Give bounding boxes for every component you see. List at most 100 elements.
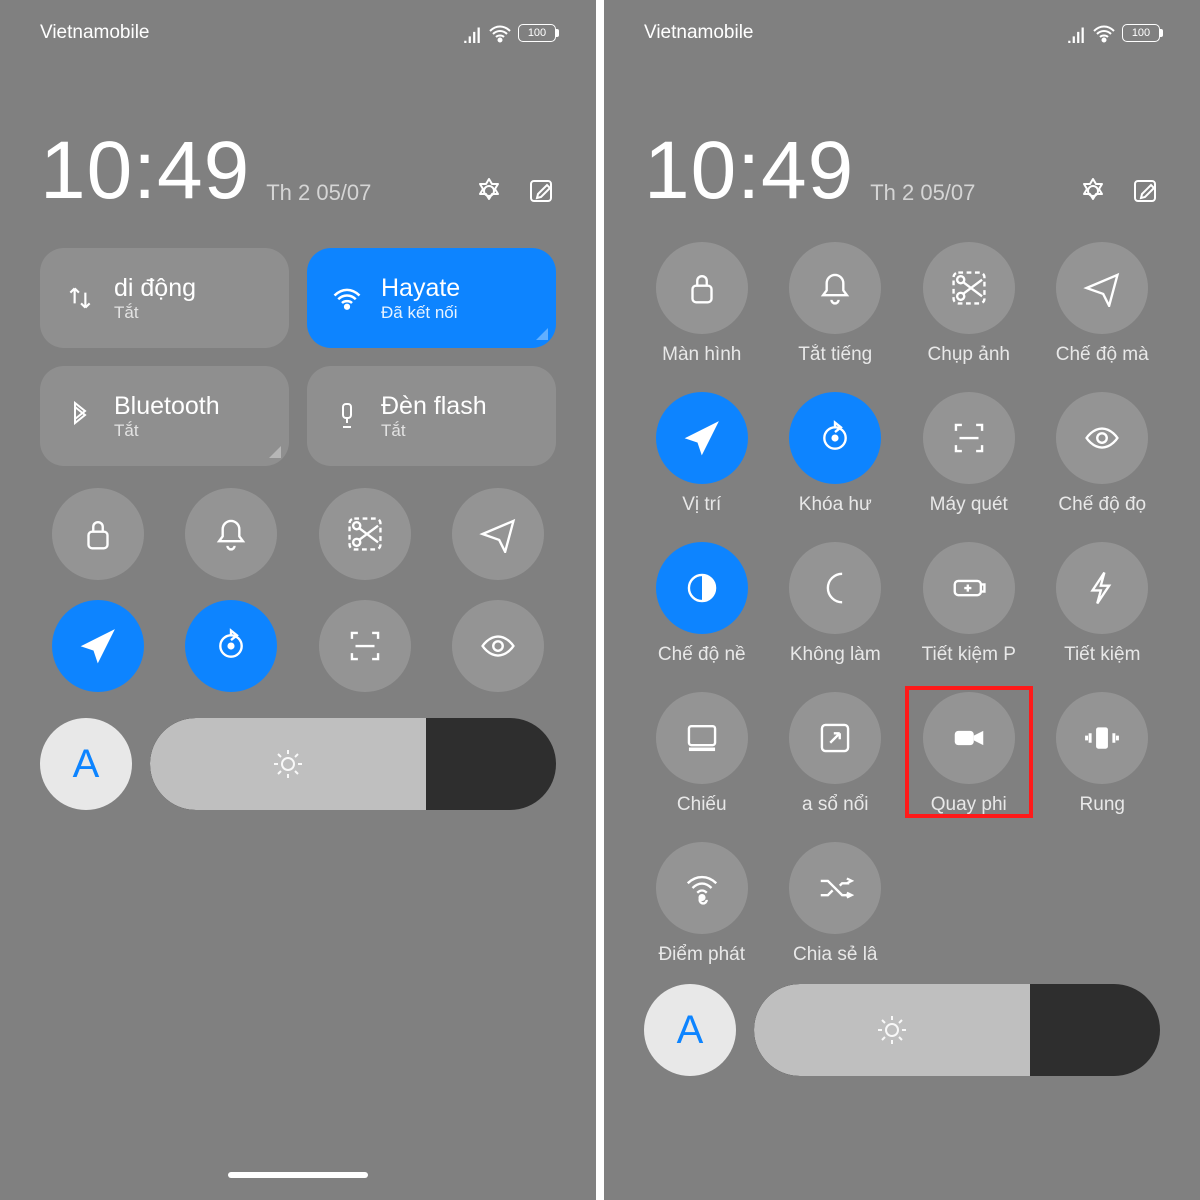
brightness-slider[interactable]	[150, 718, 556, 810]
toggle-scan[interactable]	[923, 392, 1015, 484]
auto-brightness-button[interactable]: A	[644, 984, 736, 1076]
bell-icon	[212, 515, 250, 553]
toggle-label: Chia sẻ lâ	[793, 944, 878, 966]
toggle-cell: Chế độ nề	[644, 542, 760, 666]
clock-date: Th 2 05/07	[266, 180, 458, 218]
toggle-cell: a sổ nổi	[778, 692, 894, 816]
toggle-label: Chụp ảnh	[928, 344, 1010, 366]
lock-icon	[683, 269, 721, 307]
brightness-row: A	[0, 692, 596, 810]
contrast-icon	[683, 569, 721, 607]
plane-icon	[479, 515, 517, 553]
toggle-eye[interactable]	[452, 600, 544, 692]
toggle-label: Điểm phát	[658, 944, 745, 966]
toggle-label: Máy quét	[930, 494, 1008, 516]
battery-icon: 100	[1122, 24, 1160, 42]
edit-icon[interactable]	[526, 176, 556, 206]
toggle-rotate[interactable]	[789, 392, 881, 484]
status-bar: Vietnamobile 100	[604, 0, 1200, 44]
lock-icon	[79, 515, 117, 553]
toggle-battery-plus[interactable]	[923, 542, 1015, 634]
bolt-icon	[1083, 569, 1121, 607]
tile-wifi[interactable]: HayateĐã kết nối	[307, 248, 556, 348]
toggle-contrast[interactable]	[656, 542, 748, 634]
settings-icon[interactable]	[1078, 176, 1108, 206]
toggle-rotate[interactable]	[185, 600, 277, 692]
settings-icon[interactable]	[474, 176, 504, 206]
tile-mobile-data[interactable]: di độngTắt	[40, 248, 289, 348]
status-bar: Vietnamobile 100	[0, 0, 596, 44]
tile-bluetooth[interactable]: BluetoothTắt	[40, 366, 289, 466]
toggle-lock[interactable]	[656, 242, 748, 334]
toggle-cell: Chụp ảnh	[911, 242, 1027, 366]
toggle-hotspot[interactable]	[656, 842, 748, 934]
wifi-icon	[1092, 23, 1116, 43]
tile-flashlight[interactable]: Đèn flashTắt	[307, 366, 556, 466]
toggle-plane[interactable]	[1056, 242, 1148, 334]
toggle-location[interactable]	[52, 600, 144, 692]
toggle-bolt[interactable]	[1056, 542, 1148, 634]
scan-icon	[950, 419, 988, 457]
carrier-label: Vietnamobile	[40, 22, 150, 44]
toggle-grid: Màn hình Tắt tiếng Chụp ảnh Chế độ mà Vị…	[604, 218, 1200, 966]
toggle-label: Tiết kiệm	[1064, 644, 1140, 666]
toggle-bell[interactable]	[185, 488, 277, 580]
rotate-icon	[212, 627, 250, 665]
toggle-scissors[interactable]	[923, 242, 1015, 334]
edit-icon[interactable]	[1130, 176, 1160, 206]
scissors-icon	[346, 515, 384, 553]
signal-icon	[1066, 23, 1086, 43]
battery-plus-icon	[950, 569, 988, 607]
scan-icon	[346, 627, 384, 665]
carrier-label: Vietnamobile	[644, 22, 754, 44]
toggle-shuffle[interactable]	[789, 842, 881, 934]
toggle-cell: Tiết kiệm P	[911, 542, 1027, 666]
toggle-video[interactable]	[923, 692, 1015, 784]
toggle-label: Không làm	[790, 644, 881, 666]
clock-date: Th 2 05/07	[870, 180, 1062, 218]
toggle-vibrate[interactable]	[1056, 692, 1148, 784]
toggle-lock[interactable]	[52, 488, 144, 580]
toggle-label: Chế độ mà	[1056, 344, 1149, 366]
toggle-label: Rung	[1080, 794, 1125, 816]
toggle-scissors[interactable]	[319, 488, 411, 580]
brightness-row: A	[604, 966, 1200, 1076]
toggle-label: Chế độ nề	[658, 644, 746, 666]
toggle-cell: Chế độ đọ	[1045, 392, 1161, 516]
hotspot-icon	[683, 869, 721, 907]
toggle-cell: Chế độ mà	[1045, 242, 1161, 366]
toggle-location[interactable]	[656, 392, 748, 484]
toggle-label: Màn hình	[662, 344, 741, 366]
home-indicator[interactable]	[228, 1172, 368, 1178]
toggle-label: Vị trí	[682, 494, 721, 516]
scissors-icon	[950, 269, 988, 307]
toggle-label: Chiếu	[677, 794, 727, 816]
brightness-slider[interactable]	[754, 984, 1160, 1076]
shuffle-icon	[816, 869, 854, 907]
toggle-eye[interactable]	[1056, 392, 1148, 484]
toggle-cell: Quay phi	[911, 692, 1027, 816]
toggle-expand[interactable]	[789, 692, 881, 784]
toggle-cell: Máy quét	[911, 392, 1027, 516]
header: 10:49 Th 2 05/07	[0, 44, 596, 218]
eye-icon	[479, 627, 517, 665]
toggle-label: Khóa hư	[799, 494, 872, 516]
toggle-cell: Chiếu	[644, 692, 760, 816]
auto-brightness-button[interactable]: A	[40, 718, 132, 810]
bluetooth-icon	[64, 400, 96, 432]
toggle-cell: Tắt tiếng	[778, 242, 894, 366]
toggle-cell: Khóa hư	[778, 392, 894, 516]
toggle-plane[interactable]	[452, 488, 544, 580]
phone-right: Vietnamobile 100 10:49 Th 2 05/07 Màn hì…	[604, 0, 1200, 1200]
toggle-cell: Tiết kiệm	[1045, 542, 1161, 666]
toggle-cast[interactable]	[656, 692, 748, 784]
moon-icon	[816, 569, 854, 607]
toggle-scan[interactable]	[319, 600, 411, 692]
toggle-cell: Điểm phát	[644, 842, 760, 966]
toggle-moon[interactable]	[789, 542, 881, 634]
wifi-icon	[488, 23, 512, 43]
quick-tiles: di độngTắt HayateĐã kết nối BluetoothTắt…	[0, 218, 596, 466]
toggle-bell[interactable]	[789, 242, 881, 334]
rotate-icon	[816, 419, 854, 457]
toggle-cell: Màn hình	[644, 242, 760, 366]
